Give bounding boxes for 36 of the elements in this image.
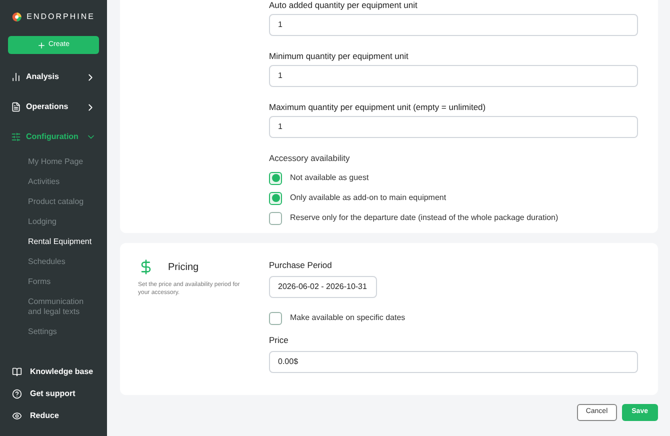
sliders-icon — [11, 132, 21, 142]
input-field[interactable]: 0.00$ — [269, 350, 638, 372]
brand-name: ENDORPHINE — [26, 11, 95, 23]
checkbox-label: Reserve only for the departure date (instead of the whole package duration) — [290, 212, 558, 224]
field-label: Price — [269, 334, 290, 346]
nav-subitem[interactable]: Rental Equipment — [8, 232, 99, 252]
checkbox-label: Make available on specific dates — [290, 312, 406, 324]
checkbox[interactable] — [269, 192, 282, 205]
nav-item[interactable]: Configuration — [8, 122, 99, 152]
input-field[interactable]: 1 — [269, 14, 638, 36]
nav-item[interactable]: Knowledge base — [8, 364, 99, 380]
nav-item[interactable]: Get support — [8, 386, 99, 402]
input-field[interactable]: 1 — [269, 65, 638, 87]
checkbox[interactable] — [269, 312, 282, 325]
section-title: Pricing — [168, 260, 199, 274]
input-field[interactable]: 1 — [269, 116, 638, 138]
document-icon — [11, 102, 21, 112]
field-label: Purchase Period — [269, 259, 333, 272]
field-label: Auto added quantity per equipment unit — [269, 0, 418, 10]
bar-chart-icon — [11, 72, 21, 82]
checkbox[interactable] — [269, 212, 282, 225]
nav-item[interactable]: Reduce — [8, 408, 99, 424]
checkbox-label: Not available as guest — [290, 172, 369, 184]
checkbox-label: Only available as add-on to main equipment — [290, 192, 446, 204]
eye-icon — [12, 411, 22, 421]
plus-icon — [37, 40, 46, 50]
help-icon — [12, 389, 22, 399]
nav-item[interactable]: Analysis — [8, 62, 99, 92]
logo-icon — [12, 10, 22, 24]
nav-item[interactable]: Operations — [8, 92, 99, 122]
checkbox[interactable] — [269, 172, 282, 185]
input-field[interactable]: 2026-06-02 - 2026-10-31 — [269, 276, 377, 298]
field-label: Minimum quantity per equipment unit — [269, 51, 410, 61]
book-icon — [12, 367, 22, 377]
section-label: Accessory availability — [269, 152, 351, 165]
field-label: Maximum quantity per equipment unit (empty = unlimited) — [269, 102, 487, 112]
